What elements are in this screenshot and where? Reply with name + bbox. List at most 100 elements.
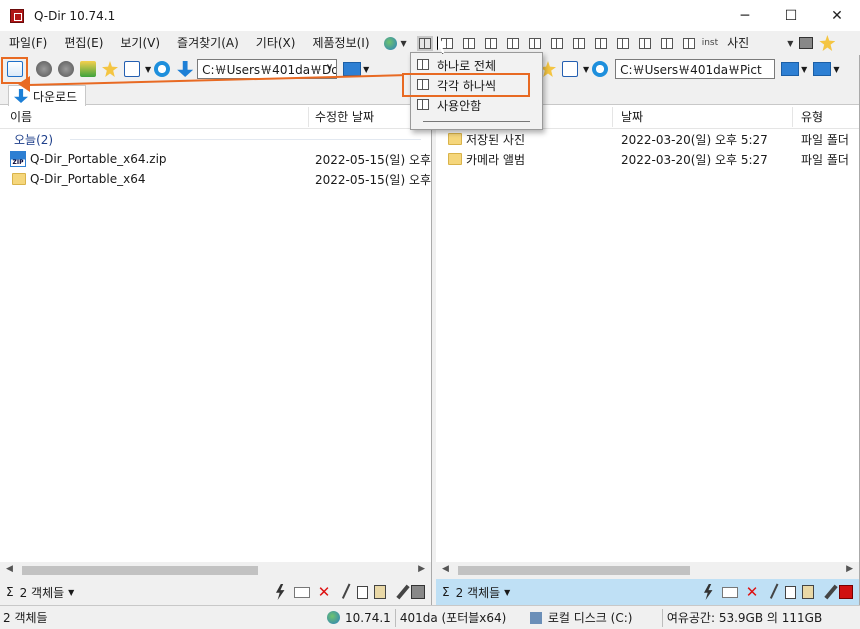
left-path-text: C:￦Users￦401da￦Dov xyxy=(202,62,338,77)
layout-button[interactable] xyxy=(638,37,651,49)
layout-button[interactable] xyxy=(572,37,585,49)
lightning-icon[interactable] xyxy=(704,584,713,600)
column-date[interactable]: 날짜 xyxy=(621,108,643,125)
chevron-down-icon[interactable]: ▼ xyxy=(401,39,407,48)
menu-info[interactable]: 제품정보(I) xyxy=(303,31,377,55)
monitor-icon[interactable] xyxy=(813,62,832,76)
app-icon xyxy=(10,8,24,23)
object-count: 2 객체들 xyxy=(455,585,501,600)
file-row[interactable]: 카메라 앨범 2022-03-20(일) 오후 5:27 파일 폴더 xyxy=(436,149,859,169)
layout-button[interactable] xyxy=(550,37,563,49)
menu-item-all-as-one[interactable]: 하나로 전체 xyxy=(411,55,542,75)
layout-button-active[interactable] xyxy=(416,35,433,51)
mail-icon[interactable] xyxy=(722,586,738,598)
horizontal-scrollbar[interactable]: ◀ ▶ xyxy=(0,562,431,579)
horizontal-scrollbar[interactable]: ◀ ▶ xyxy=(436,562,859,579)
column-modified[interactable]: 수정한 날짜 xyxy=(315,108,374,125)
file-row[interactable]: ZIP Q-Dir_Portable_x64.zip 2022-05-15(일)… xyxy=(0,149,431,169)
delete-icon[interactable]: ✕ xyxy=(744,584,760,600)
minimize-button[interactable]: ─ xyxy=(722,0,768,31)
chevron-down-icon[interactable]: ▼ xyxy=(833,65,839,74)
file-type: 파일 폴더 xyxy=(801,152,849,167)
grid-view-icon[interactable] xyxy=(124,61,140,77)
paste-icon[interactable] xyxy=(374,585,386,599)
column-separator[interactable] xyxy=(308,107,309,127)
scroll-thumb[interactable] xyxy=(458,566,690,575)
menu-extras[interactable]: 기타(X) xyxy=(247,31,304,55)
copy-icon[interactable] xyxy=(357,585,368,599)
scroll-left-icon[interactable]: ◀ xyxy=(6,564,13,574)
chevron-down-icon[interactable]: ▼ xyxy=(363,65,369,74)
zip-file-icon: ZIP xyxy=(10,151,26,167)
chevron-down-icon[interactable]: ▼ xyxy=(145,65,151,74)
refresh-icon[interactable] xyxy=(592,61,609,77)
column-separator[interactable] xyxy=(792,107,793,127)
scroll-right-icon[interactable]: ▶ xyxy=(846,564,853,574)
layout-button[interactable] xyxy=(528,37,541,49)
lightning-icon[interactable] xyxy=(276,584,285,600)
scroll-right-icon[interactable]: ▶ xyxy=(418,564,425,574)
status-user: 401da (포터블x64) xyxy=(399,611,507,625)
folder-icon xyxy=(448,133,462,145)
right-pane-bottom-bar: Σ 2 객체들 ▼ ✕ xyxy=(436,579,859,605)
sigma-icon: Σ xyxy=(6,585,14,599)
status-separator xyxy=(394,608,396,627)
mail-icon[interactable] xyxy=(294,586,310,598)
printer-icon[interactable] xyxy=(799,37,814,49)
star-icon[interactable] xyxy=(819,35,836,51)
file-name: Q-Dir_Portable_x64 xyxy=(30,172,146,186)
menu-file[interactable]: 파일(F) xyxy=(0,31,55,55)
layout-button[interactable] xyxy=(594,37,607,49)
column-name[interactable]: 이름 xyxy=(10,108,32,125)
maximize-button[interactable]: ☐ xyxy=(768,0,814,31)
window-controls: ─ ☐ ✕ xyxy=(722,0,860,31)
layout-button[interactable] xyxy=(616,37,629,49)
chevron-down-icon[interactable]: ▼ xyxy=(583,65,589,74)
chevron-down-icon[interactable]: ▼ xyxy=(68,588,74,597)
monitor-icon[interactable] xyxy=(781,62,800,76)
sigma-icon: Σ xyxy=(442,585,450,599)
back-icon[interactable] xyxy=(36,61,52,77)
layout-button[interactable] xyxy=(462,37,475,49)
column-separator[interactable] xyxy=(612,107,613,127)
layout-button[interactable] xyxy=(484,37,497,49)
column-type[interactable]: 유형 xyxy=(801,108,823,125)
close-button[interactable]: ✕ xyxy=(814,0,860,31)
up-icon[interactable] xyxy=(80,61,96,77)
globe-icon[interactable] xyxy=(327,611,340,624)
forward-icon[interactable] xyxy=(58,61,74,77)
menu-photo[interactable]: 사진 xyxy=(718,31,757,55)
chevron-down-icon[interactable]: ▼ xyxy=(787,39,793,48)
scroll-left-icon[interactable]: ◀ xyxy=(442,564,449,574)
file-row[interactable]: Q-Dir_Portable_x64 2022-05-15(일) 오후 xyxy=(0,169,431,189)
menu-view[interactable]: 보기(V) xyxy=(111,31,168,55)
right-path-box[interactable]: C:￦Users￦401da￦Pict xyxy=(615,59,776,79)
chevron-down-icon[interactable]: ▼ xyxy=(504,588,510,597)
properties-icon[interactable] xyxy=(839,585,853,599)
copy-icon[interactable] xyxy=(785,585,796,599)
menu-edit[interactable]: 편집(E) xyxy=(55,31,111,55)
group-today[interactable]: 오늘(2) xyxy=(0,129,431,149)
favorite-icon[interactable] xyxy=(102,61,118,77)
file-row[interactable]: 저장된 사진 2022-03-20(일) 오후 5:27 파일 폴더 xyxy=(436,129,859,149)
download-arrow-icon xyxy=(177,61,194,77)
scroll-thumb[interactable] xyxy=(22,566,258,575)
grid-view-icon[interactable] xyxy=(562,61,578,77)
properties-icon[interactable] xyxy=(411,585,425,599)
chevron-down-icon[interactable]: ∨ xyxy=(326,62,333,73)
refresh-icon[interactable] xyxy=(154,61,171,77)
menu-favorites[interactable]: 즐겨찾기(A) xyxy=(168,31,247,55)
rename-icon[interactable] xyxy=(396,584,410,600)
layout-button[interactable] xyxy=(682,37,695,49)
rename-icon[interactable] xyxy=(824,584,838,600)
layout-button[interactable] xyxy=(506,37,519,49)
menu-item-disabled[interactable]: 사용안함 xyxy=(411,95,542,115)
cut-icon[interactable] xyxy=(769,583,783,601)
monitor-icon[interactable] xyxy=(343,62,362,76)
paste-icon[interactable] xyxy=(802,585,814,599)
delete-icon[interactable]: ✕ xyxy=(316,584,332,600)
layout-button[interactable] xyxy=(660,37,673,49)
chevron-down-icon[interactable]: ▼ xyxy=(801,65,807,74)
globe-icon[interactable] xyxy=(383,36,397,50)
cut-icon[interactable] xyxy=(341,583,355,601)
